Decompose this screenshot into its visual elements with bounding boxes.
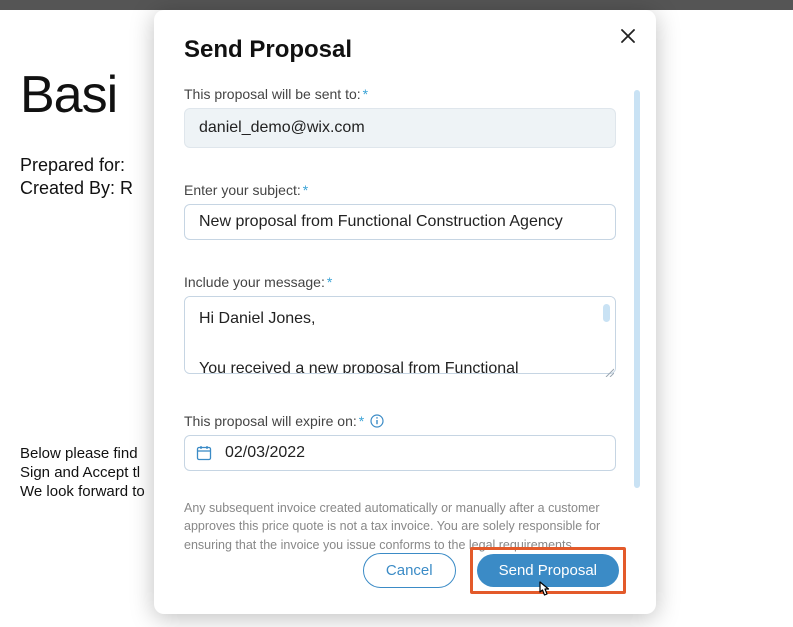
modal-footer-buttons: Cancel Send Proposal xyxy=(363,547,626,594)
message-textarea[interactable] xyxy=(184,296,616,374)
textarea-scrollbar[interactable] xyxy=(603,304,610,322)
required-asterisk: * xyxy=(303,182,308,198)
required-asterisk: * xyxy=(359,413,364,429)
modal-scrollbar[interactable] xyxy=(634,90,640,488)
required-asterisk: * xyxy=(327,274,332,290)
calendar-icon xyxy=(196,445,212,461)
recipient-field[interactable]: daniel_demo@wix.com xyxy=(184,108,616,148)
send-proposal-button[interactable]: Send Proposal xyxy=(477,554,619,587)
subject-label: Enter your subject:* xyxy=(184,182,626,198)
expire-label: This proposal will expire on:* xyxy=(184,413,626,429)
cancel-button[interactable]: Cancel xyxy=(363,553,456,588)
message-label: Include your message:* xyxy=(184,274,626,290)
resize-handle-icon[interactable] xyxy=(604,367,614,377)
subject-input[interactable] xyxy=(184,204,616,240)
send-proposal-modal: Send Proposal This proposal will be sent… xyxy=(154,10,656,614)
expire-date-input[interactable] xyxy=(184,435,616,471)
recipient-label: This proposal will be sent to:* xyxy=(184,86,626,102)
info-icon[interactable] xyxy=(370,414,384,428)
modal-title: Send Proposal xyxy=(184,36,626,64)
modal-scroll-area: This proposal will be sent to:* daniel_d… xyxy=(184,86,626,554)
modal-overlay: Send Proposal This proposal will be sent… xyxy=(0,0,793,627)
close-icon xyxy=(621,29,635,43)
required-asterisk: * xyxy=(363,86,368,102)
send-button-highlight: Send Proposal xyxy=(470,547,626,594)
legal-disclaimer: Any subsequent invoice created automatic… xyxy=(184,499,604,553)
close-button[interactable] xyxy=(614,22,642,50)
